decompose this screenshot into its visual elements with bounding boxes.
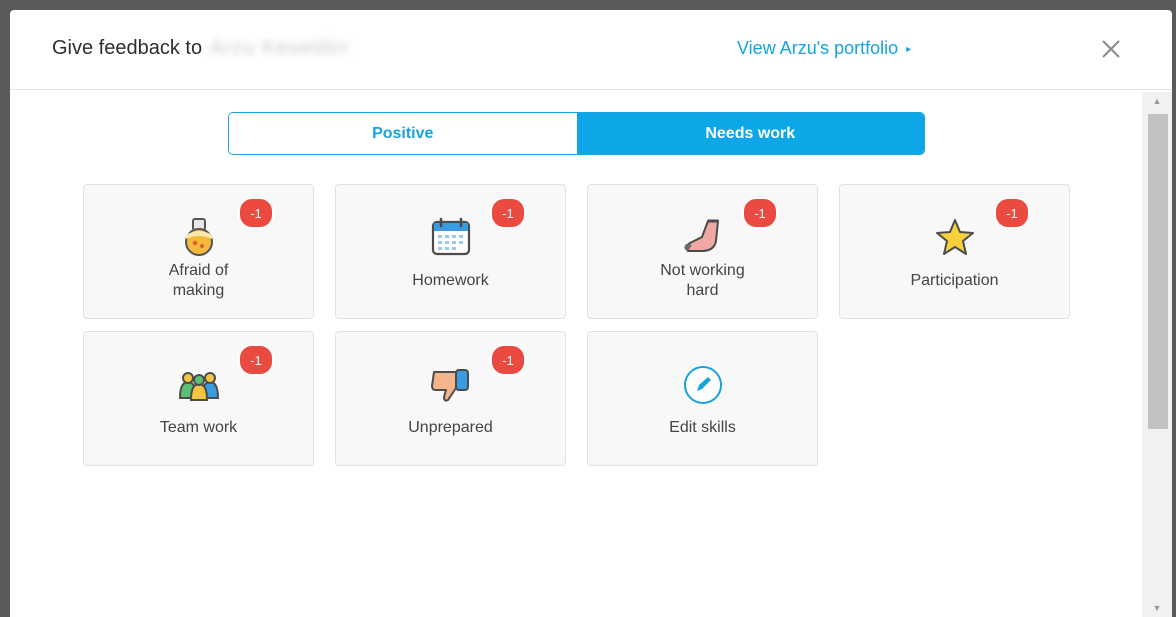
points-badge: -1 bbox=[490, 344, 526, 376]
label-line: Afraid of bbox=[168, 262, 229, 279]
team-people-icon bbox=[174, 364, 224, 404]
skill-label: Not working hard bbox=[598, 261, 807, 301]
skill-card-homework[interactable]: -1 Homework bbox=[335, 184, 566, 319]
skill-label: Edit skills bbox=[669, 419, 736, 436]
skill-card-unprepared[interactable]: -1 Unprepared bbox=[335, 331, 566, 466]
feedback-type-toggle: Positive Needs work bbox=[228, 112, 925, 155]
thumbs-down-icon bbox=[426, 364, 476, 404]
points-badge: -1 bbox=[742, 197, 778, 229]
label-line: Not working bbox=[660, 262, 745, 279]
close-button[interactable] bbox=[1096, 34, 1126, 64]
pencil-icon bbox=[678, 364, 728, 404]
skill-card-team-work[interactable]: -1 Team work bbox=[83, 331, 314, 466]
label-line: hard bbox=[686, 282, 719, 299]
star-icon bbox=[930, 217, 980, 257]
close-icon bbox=[1102, 40, 1120, 58]
edit-skills-button[interactable]: Edit skills bbox=[587, 331, 818, 466]
skill-label: Participation bbox=[910, 272, 999, 289]
points-badge: -1 bbox=[490, 197, 526, 229]
student-name: Arzu Keseldirr bbox=[210, 37, 350, 59]
portfolio-link-text: View Arzu's portfolio bbox=[737, 38, 899, 58]
scroll-down-arrow-icon[interactable]: ▼ bbox=[1142, 599, 1172, 617]
points-badge: -1 bbox=[994, 197, 1030, 229]
points-badge: -1 bbox=[238, 344, 274, 376]
flask-icon bbox=[174, 217, 224, 257]
points-badge: -1 bbox=[238, 197, 274, 229]
skill-card-participation[interactable]: -1 Participation bbox=[839, 184, 1070, 319]
skill-label: Unprepared bbox=[408, 419, 493, 436]
modal-title: Give feedback to Arzu Keseldirr bbox=[52, 37, 350, 60]
tab-needs-work[interactable]: Needs work bbox=[576, 113, 924, 154]
skill-card-afraid-of-making[interactable]: -1 Afraid of making bbox=[83, 184, 314, 319]
view-portfolio-link[interactable]: View Arzu's portfolio ▸ bbox=[737, 38, 911, 59]
scroll-up-arrow-icon[interactable]: ▲ bbox=[1142, 92, 1172, 110]
skill-label: Team work bbox=[159, 419, 238, 436]
label-line: making bbox=[172, 282, 225, 299]
feedback-modal: Give feedback to Arzu Keseldirr View Arzu… bbox=[10, 10, 1172, 617]
tab-positive[interactable]: Positive bbox=[229, 113, 577, 154]
skill-label: Afraid of making bbox=[94, 261, 303, 301]
skill-card-not-working-hard[interactable]: -1 Not working hard bbox=[587, 184, 818, 319]
arrow-right-icon: ▸ bbox=[906, 44, 912, 55]
scrollbar-thumb[interactable] bbox=[1148, 114, 1168, 429]
vertical-scrollbar[interactable]: ▲ ▼ bbox=[1142, 92, 1172, 617]
modal-header: Give feedback to Arzu Keseldirr View Arzu… bbox=[10, 10, 1172, 90]
title-text: Give feedback to bbox=[52, 37, 203, 59]
skill-label: Homework bbox=[412, 272, 489, 289]
calendar-icon bbox=[426, 217, 476, 257]
sock-foot-icon bbox=[678, 217, 728, 257]
